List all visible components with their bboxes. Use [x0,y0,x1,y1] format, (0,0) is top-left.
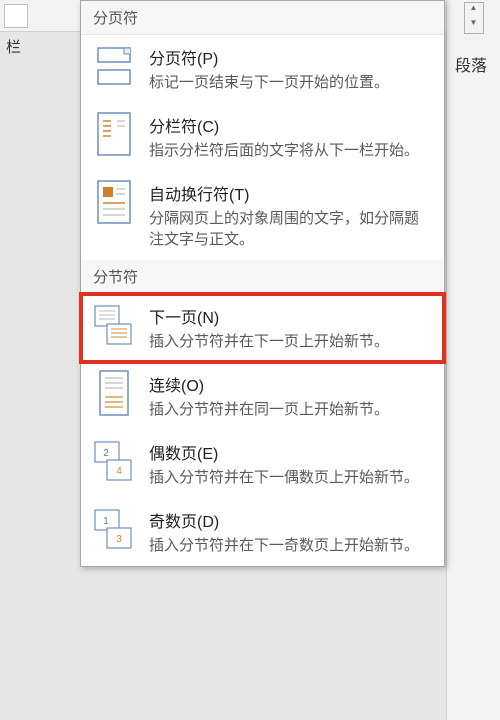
menu-item-odd-page[interactable]: 1 3 奇数页(D) 插入分节符并在下一奇数页上开始新节。 [81,498,444,566]
section-header-page-breaks: 分页符 [81,1,444,35]
svg-text:3: 3 [116,534,122,545]
even-page-icon: 2 4 [93,440,135,482]
item-title: 分栏符(C) [149,113,432,137]
columns-label: 栏 [6,36,21,57]
page-break-icon [93,45,135,87]
section-header-section-breaks: 分节符 [81,260,444,294]
svg-text:1: 1 [103,516,109,527]
item-title: 奇数页(D) [149,508,432,532]
item-title: 自动换行符(T) [149,181,432,205]
menu-item-continuous[interactable]: 连续(O) 插入分节符并在同一页上开始新节。 [81,362,444,430]
right-panel: ▲▼ 段落 [446,0,500,720]
item-desc: 标记一页结束与下一页开始的位置。 [149,72,432,93]
menu-item-next-page[interactable]: 下一页(N) 插入分节符并在下一页上开始新节。 [81,294,444,362]
item-title: 分页符(P) [149,45,432,69]
item-desc: 分隔网页上的对象周围的文字，如分隔题注文字与正文。 [149,208,432,250]
item-desc: 插入分节符并在下一页上开始新节。 [149,331,432,352]
svg-text:4: 4 [116,466,122,477]
item-desc: 指示分栏符后面的文字将从下一栏开始。 [149,140,432,161]
item-title: 下一页(N) [149,304,432,328]
odd-page-icon: 1 3 [93,508,135,550]
continuous-icon [93,372,135,414]
item-desc: 插入分节符并在下一偶数页上开始新节。 [149,467,432,488]
menu-item-text-wrapping-break[interactable]: 自动换行符(T) 分隔网页上的对象周围的文字，如分隔题注文字与正文。 [81,171,444,260]
next-page-icon [93,304,135,346]
svg-text:2: 2 [103,448,109,459]
text-wrap-break-icon [93,181,135,223]
columns-button-icon[interactable] [4,4,28,28]
breaks-dropdown: 分页符 分页符(P) 标记一页结束与下一页开始的位置。 [80,0,445,567]
menu-item-even-page[interactable]: 2 4 偶数页(E) 插入分节符并在下一偶数页上开始新节。 [81,430,444,498]
column-break-icon [93,113,135,155]
spinner-control[interactable]: ▲▼ [464,2,484,34]
item-title: 连续(O) [149,372,432,396]
item-desc: 插入分节符并在同一页上开始新节。 [149,399,432,420]
menu-item-column-break[interactable]: 分栏符(C) 指示分栏符后面的文字将从下一栏开始。 [81,103,444,171]
menu-item-page-break[interactable]: 分页符(P) 标记一页结束与下一页开始的位置。 [81,35,444,103]
item-desc: 插入分节符并在下一奇数页上开始新节。 [149,535,432,556]
paragraph-group-label: 段落 [455,52,492,76]
item-title: 偶数页(E) [149,440,432,464]
